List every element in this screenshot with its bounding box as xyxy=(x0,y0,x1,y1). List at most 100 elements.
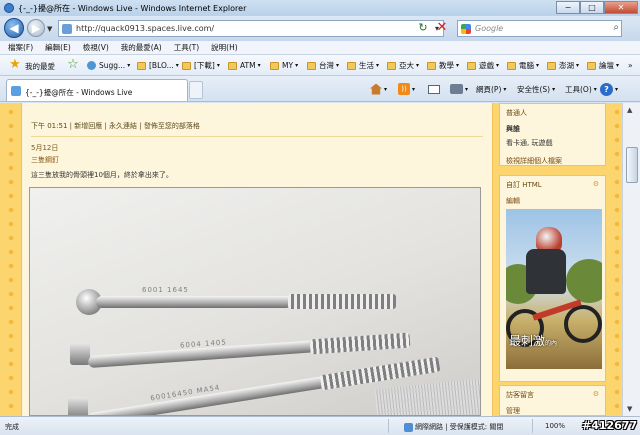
dotted-border-left xyxy=(0,103,18,416)
favorite-folder-forum[interactable]: 論壇 ▾ xyxy=(587,59,619,72)
gear-icon[interactable]: ⚙ xyxy=(593,390,599,398)
blog-main-column: 下午 01:51 | 新增回應 | 永久連結 | 發佈至您的部落格 5月12日 … xyxy=(21,103,493,416)
screw-thread-1 xyxy=(288,294,396,309)
rss-icon: )) xyxy=(398,83,410,95)
zoom-level[interactable]: 100% xyxy=(545,422,565,430)
tab-active[interactable]: {-_-}擾@所在 - Windows Live xyxy=(6,79,188,101)
window-controls: − □ ✕ xyxy=(556,1,638,15)
menu-file[interactable]: 檔案(F) xyxy=(8,42,33,53)
home-button[interactable]: ▾ xyxy=(370,82,387,96)
favorites-center-button[interactable]: 我的最愛 xyxy=(25,61,55,72)
favorite-folder-taiwan[interactable]: 台灣 ▾ xyxy=(307,59,339,72)
favorite-folder-games[interactable]: 遊戲 ▾ xyxy=(467,59,499,72)
rider-helmet xyxy=(536,227,562,251)
image-caption: 最刺激的內 xyxy=(509,334,558,348)
help-button[interactable]: ? ▾ xyxy=(600,82,618,96)
new-tab-button[interactable] xyxy=(189,81,203,99)
favorite-folder-atm[interactable]: ATM ▾ xyxy=(228,59,261,72)
folder-icon xyxy=(182,61,191,70)
menu-help[interactable]: 說明(H) xyxy=(211,42,238,53)
folder-icon xyxy=(347,61,356,70)
printer-icon xyxy=(450,84,463,94)
profile-name: 與誰 xyxy=(506,125,520,133)
print-button[interactable]: ▾ xyxy=(450,82,468,96)
favorites-overflow-chevron-icon[interactable]: » xyxy=(628,61,633,70)
folder-icon xyxy=(387,61,396,70)
favorites-bar: ★ 我的最愛 ☆ Sugg... ▾ [BLO... ▾ [下載] ▾ ATM ▾ MY… xyxy=(0,55,640,76)
favorites-star-icon[interactable]: ★ xyxy=(8,58,22,72)
view-profile-link[interactable]: 檢視詳細個人檔案 xyxy=(500,154,605,168)
refresh-button[interactable]: ↻ xyxy=(416,21,430,35)
close-window-button[interactable]: ✕ xyxy=(604,1,638,14)
web-page: 下午 01:51 | 新增回應 | 永久連結 | 發佈至您的部落格 5月12日 … xyxy=(0,103,622,416)
safety-menu-button[interactable]: 安全性(S) ▾ xyxy=(517,82,555,96)
menu-favorites[interactable]: 我的最愛(A) xyxy=(121,42,162,53)
rider-body xyxy=(526,249,566,294)
status-bar: 完成 網際網路 | 受保護模式: 關閉 100% xyxy=(0,416,640,435)
profile-box-title: 普通人 xyxy=(506,109,527,117)
vertical-scrollbar[interactable]: ▲ ▼ xyxy=(622,103,640,416)
address-url[interactable]: http://quack0913.spaces.live.com/ xyxy=(76,24,214,33)
folder-icon xyxy=(547,61,556,70)
scroll-down-icon[interactable]: ▼ xyxy=(627,405,632,413)
custom-html-title: 自訂 HTML xyxy=(506,181,542,189)
gear-icon[interactable]: ⚙ xyxy=(593,180,599,188)
favorite-folder-life[interactable]: 生活 ▾ xyxy=(347,59,379,72)
maximize-button[interactable]: □ xyxy=(580,1,604,14)
back-button[interactable]: ◀ xyxy=(4,18,24,38)
folder-icon xyxy=(228,61,237,70)
feeds-button[interactable]: )) ▾ xyxy=(398,82,415,96)
favorite-folder-penghu[interactable]: 澎湖 ▾ xyxy=(547,59,579,72)
screw-head-hex-2 xyxy=(68,397,88,415)
screws-photo[interactable]: 6001 1645 6004 1405 60016450 MA54 xyxy=(29,187,481,416)
navigation-bar: ◀ ▶ ▼ http://quack0913.spaces.live.com/ … xyxy=(0,16,640,41)
favorite-folder-computer[interactable]: 電腦 ▾ xyxy=(507,59,539,72)
folder-icon xyxy=(467,61,476,70)
guestbook-manage-link[interactable]: 管理 xyxy=(500,404,605,416)
page-menu-button[interactable]: 網頁(P) ▾ xyxy=(476,82,506,96)
add-favorite-icon[interactable]: ☆ xyxy=(66,58,80,72)
favorite-folder-my[interactable]: MY ▾ xyxy=(270,59,298,72)
guestbook-box: 訪客留言 ⚙ 管理 xyxy=(499,385,606,416)
search-placeholder[interactable]: Google xyxy=(475,24,503,33)
address-bar[interactable]: http://quack0913.spaces.live.com/ ▾ xyxy=(58,20,444,37)
screw-engraving-1: 6001 1645 xyxy=(142,286,189,294)
favorite-folder-download[interactable]: [下載] ▾ xyxy=(182,59,220,72)
custom-html-edit-link[interactable]: 編輯 xyxy=(500,194,605,208)
favorite-folder-blog[interactable]: [BLO... ▾ xyxy=(137,59,179,72)
favorite-item-sugg[interactable]: Sugg... ▾ xyxy=(87,59,130,72)
ruler-in-photo xyxy=(374,378,480,415)
mountain-bike-image[interactable]: 最刺激的內 xyxy=(506,209,602,369)
google-icon xyxy=(461,24,471,34)
tree-shape xyxy=(566,259,602,303)
menu-edit[interactable]: 編輯(E) xyxy=(45,42,71,53)
minimize-button[interactable]: − xyxy=(556,1,580,14)
post-title[interactable]: 三隻鋼釘 xyxy=(31,155,59,165)
help-icon: ? xyxy=(600,82,613,96)
screw-thread-2 xyxy=(309,332,411,355)
search-icon[interactable]: ⌕ xyxy=(613,22,619,33)
recent-pages-dropdown[interactable]: ▼ xyxy=(47,25,52,33)
menu-tools[interactable]: 工具(T) xyxy=(174,42,199,53)
favorite-folder-teaching[interactable]: 教學 ▾ xyxy=(427,59,459,72)
menu-bar: 檔案(F) 編輯(E) 檢視(V) 我的最愛(A) 工具(T) 說明(H) xyxy=(0,41,640,55)
search-box[interactable]: Google ⌕ xyxy=(457,20,622,37)
guestbook-title: 訪客留言 xyxy=(506,391,534,399)
security-zone[interactable]: 網際網路 | 受保護模式: 關閉 xyxy=(404,422,503,432)
post-footer-links[interactable]: 下午 01:51 | 新增回應 | 永久連結 | 發佈至您的部落格 xyxy=(31,121,483,137)
profile-box: 普通人 與誰 看卡通, 玩遊戲 檢視詳細個人檔案 xyxy=(499,103,606,166)
forward-button[interactable]: ▶ xyxy=(27,19,45,37)
favorite-folder-asia[interactable]: 亞大 ▾ xyxy=(387,59,419,72)
tools-menu-button[interactable]: 工具(O) ▾ xyxy=(565,82,597,96)
menu-view[interactable]: 檢視(V) xyxy=(83,42,109,53)
stop-button[interactable]: ✕ xyxy=(434,20,450,36)
tab-title: {-_-}擾@所在 - Windows Live xyxy=(25,88,133,97)
dotted-border-right xyxy=(606,103,622,416)
post-date: 5月12日 xyxy=(31,144,59,152)
read-mail-button[interactable] xyxy=(428,82,440,96)
custom-html-box: 自訂 HTML ⚙ 編輯 最刺激的內 xyxy=(499,175,606,382)
profile-description: 看卡通, 玩遊戲 xyxy=(506,139,553,147)
scrollbar-thumb[interactable] xyxy=(626,147,638,183)
scroll-up-icon[interactable]: ▲ xyxy=(627,106,632,114)
window-title: {-_-}擾@所在 - Windows Live - Windows Inter… xyxy=(18,4,247,13)
